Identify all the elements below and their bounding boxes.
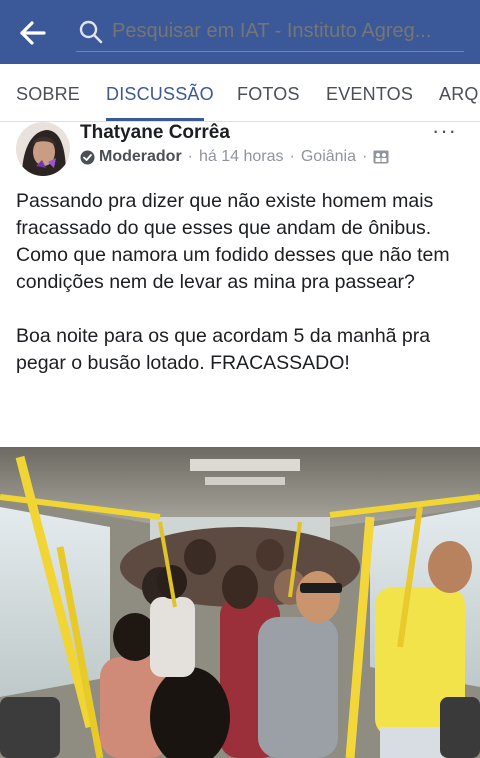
tab-sobre[interactable]: SOBRE (16, 64, 80, 121)
post-header: Thatyane Corrêa Moderador · há 14 horas … (0, 120, 480, 182)
post-location[interactable]: Goiânia (301, 148, 356, 166)
post-time[interactable]: há 14 horas (199, 148, 284, 166)
post-paragraph: Boa noite para os que acordam 5 da manhã… (16, 325, 431, 374)
tab-fotos[interactable]: FOTOS (237, 64, 300, 121)
meta-separator: · (289, 148, 295, 165)
arrow-left-icon (20, 21, 46, 45)
back-button[interactable] (18, 18, 50, 48)
meta-separator: · (362, 148, 368, 165)
tab-eventos[interactable]: EVENTOS (326, 64, 413, 121)
top-bar (0, 0, 480, 64)
bus-photo (0, 447, 480, 758)
tab-arquivos[interactable]: ARQU (439, 64, 480, 121)
group-tabs: SOBRE DISCUSSÃO FOTOS EVENTOS ARQU (0, 64, 480, 122)
avatar[interactable] (16, 122, 70, 176)
moderator-shield-icon (80, 150, 95, 164)
post-text: Passando pra dizer que não existe homem … (16, 188, 472, 377)
meta-separator: · (187, 148, 193, 165)
search-icon (79, 20, 103, 43)
profile-photo (16, 122, 70, 176)
tab-discussao[interactable]: DISCUSSÃO (106, 64, 214, 121)
post-photo[interactable] (0, 447, 480, 758)
more-options-button[interactable]: ··· (432, 120, 457, 142)
post-meta: Moderador · há 14 horas · Goiânia · (80, 148, 389, 166)
post-paragraph: Passando pra dizer que não existe homem … (16, 190, 450, 293)
search-bar[interactable] (76, 12, 464, 52)
group-privacy-icon (373, 150, 389, 164)
active-tab-indicator (106, 118, 204, 121)
search-input[interactable] (112, 13, 464, 50)
moderator-label: Moderador (99, 148, 182, 165)
author-name[interactable]: Thatyane Corrêa (80, 122, 230, 144)
